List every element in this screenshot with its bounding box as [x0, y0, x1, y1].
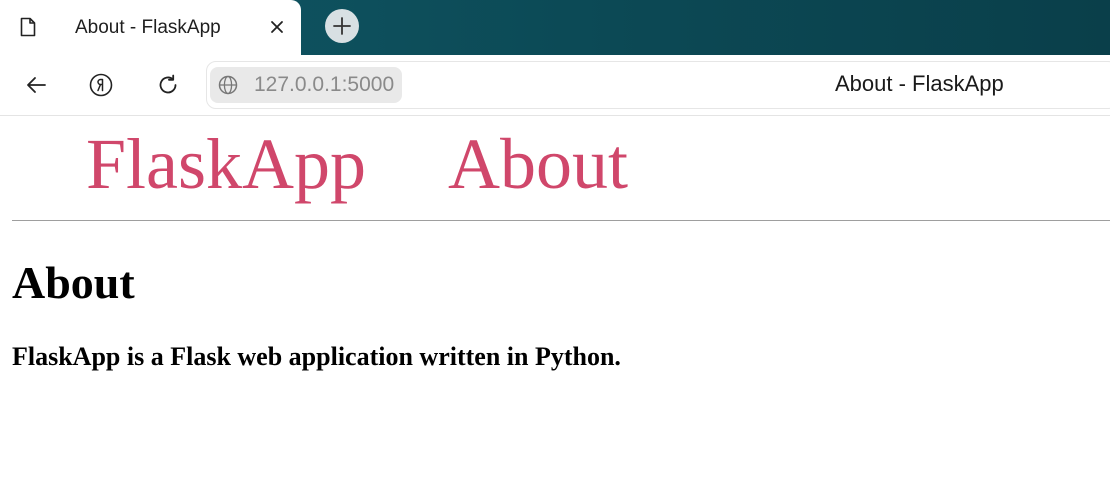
- address-bar[interactable]: 127.0.0.1:5000 About - FlaskApp: [206, 61, 1110, 109]
- url-text[interactable]: 127.0.0.1:5000: [246, 67, 403, 103]
- site-navigation: FlaskApp About: [0, 115, 1110, 220]
- brand-link[interactable]: FlaskApp: [86, 126, 366, 203]
- tab-strip: About - FlaskApp: [0, 0, 1110, 55]
- close-icon[interactable]: [266, 16, 288, 38]
- divider: [12, 220, 1110, 221]
- page-icon: [20, 17, 36, 37]
- page-title: About: [12, 257, 135, 308]
- yandex-button[interactable]: [83, 67, 119, 103]
- plus-icon: [333, 17, 351, 35]
- reload-button[interactable]: [150, 67, 186, 103]
- page-description: FlaskApp is a Flask web application writ…: [12, 342, 621, 371]
- site-info-button[interactable]: [210, 67, 246, 103]
- back-button[interactable]: [18, 67, 54, 103]
- tab-title: About - FlaskApp: [75, 17, 221, 38]
- arrow-left-icon: [27, 77, 46, 93]
- browser-toolbar: 127.0.0.1:5000 About - FlaskApp: [0, 55, 1110, 116]
- about-link[interactable]: About: [448, 126, 628, 203]
- reload-icon: [159, 74, 177, 94]
- yandex-logo-icon: [89, 73, 113, 97]
- new-tab-button[interactable]: [325, 9, 359, 43]
- globe-icon: [218, 75, 238, 95]
- address-page-title: About - FlaskApp: [835, 71, 1004, 96]
- active-tab[interactable]: About - FlaskApp: [0, 0, 301, 55]
